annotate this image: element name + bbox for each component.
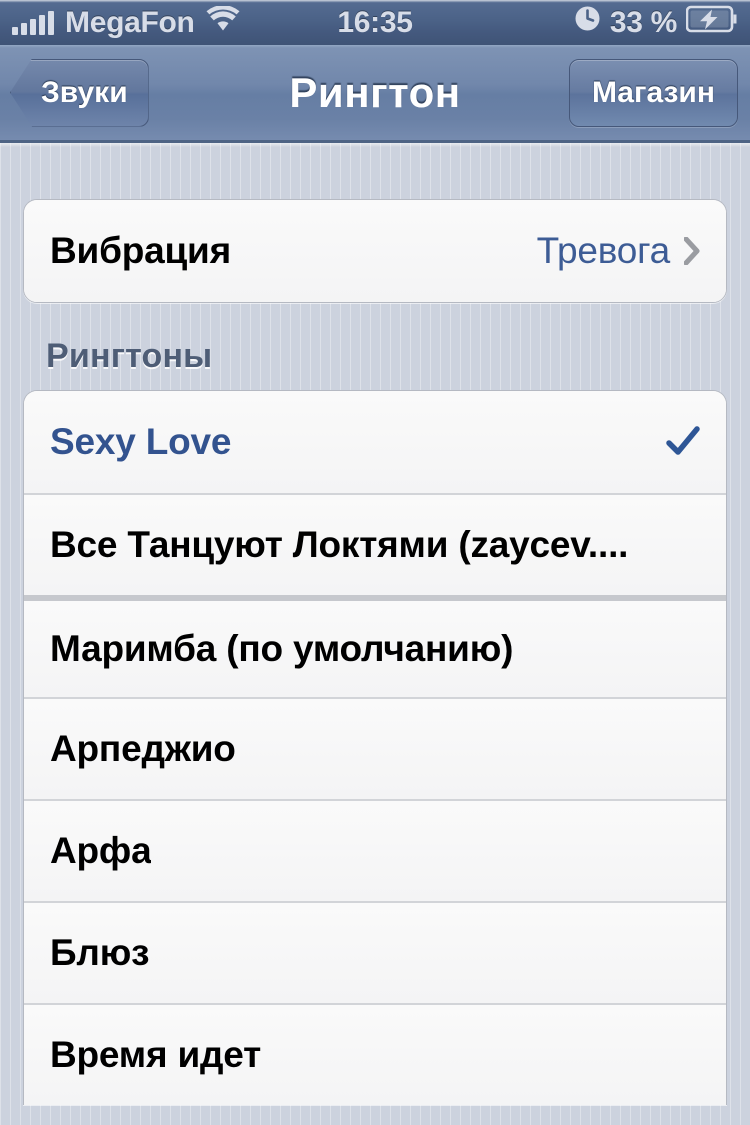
ringtones-group: Sexy Love Все Танцуют Локтями (zaycev...… [23,390,727,1105]
status-bar: MegaFon 16:35 33 % [0,0,750,45]
clock-icon [574,5,601,40]
ringtone-label: Маримба (по умолчанию) [50,628,514,669]
vibration-label: Вибрация [50,230,231,271]
battery-charging-icon [685,5,738,41]
status-bar-left: MegaFon [12,4,240,40]
row-vibration[interactable]: Вибрация Тревога [24,200,726,302]
back-button-sounds[interactable]: Звуки [10,58,149,127]
clock-label: 16:35 [337,5,413,39]
ringtone-label: Sexy Love [50,421,232,462]
iphone-screen: MegaFon 16:35 33 % Звуки Рингтон Магазин… [0,0,750,1125]
list-item[interactable]: Арпеджио [24,697,726,799]
ringtone-label: Арфа [50,830,152,871]
checkmark-icon [666,425,700,459]
signal-bars-icon [12,10,54,35]
list-item[interactable]: Все Танцуют Локтями (zaycev.... [24,493,726,595]
ringtone-label: Время идет [50,1034,262,1075]
status-bar-right: 33 % [574,5,738,41]
settings-content: Вибрация Тревога Рингтоны Sexy Love Все … [0,143,750,1125]
back-button-label: Звуки [41,75,128,109]
store-button[interactable]: Магазин [568,58,738,127]
ringtones-section-header: Рингтоны [46,337,213,375]
list-item[interactable]: Sexy Love [24,391,726,493]
store-button-label: Магазин [591,75,715,109]
carrier-label: MegaFon [65,5,195,39]
list-item[interactable]: Арфа [24,799,726,901]
list-item[interactable]: Блюз [24,901,726,1003]
chevron-right-icon [684,237,700,265]
ringtone-label: Арпеджио [50,728,236,769]
wifi-icon [206,4,240,40]
battery-percent-label: 33 % [609,5,677,39]
vibration-group: Вибрация Тревога [23,199,727,303]
vibration-value: Тревога [536,230,671,271]
list-item[interactable]: Время идет [24,1003,726,1105]
list-item[interactable]: Маримба (по умолчанию) [24,595,726,697]
ringtone-label: Все Танцуют Локтями (zaycev.... [50,524,629,565]
navigation-bar: Звуки Рингтон Магазин [0,45,750,143]
ringtone-label: Блюз [50,932,150,973]
